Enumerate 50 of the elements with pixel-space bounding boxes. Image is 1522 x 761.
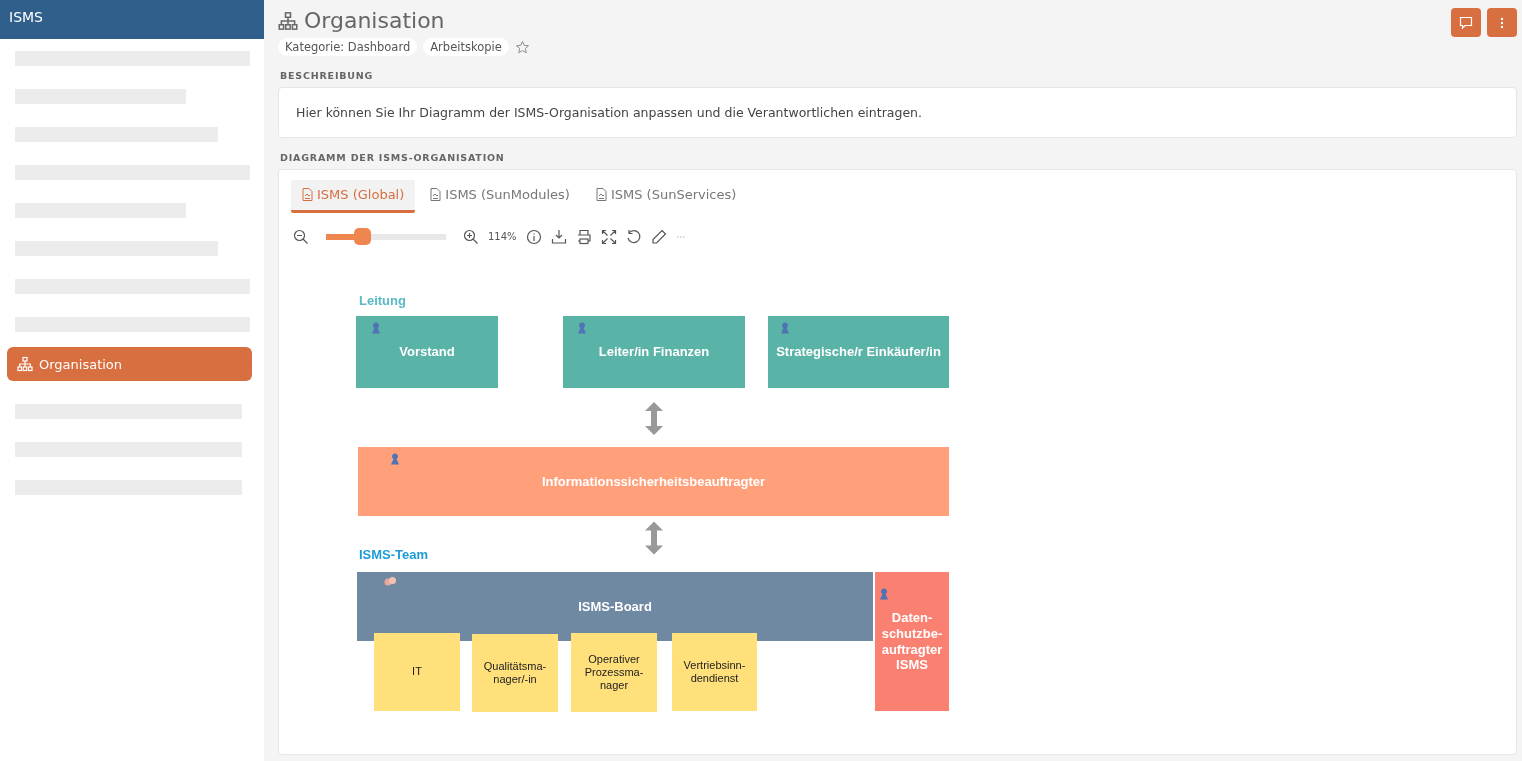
double-arrow-icon (644, 521, 664, 555)
app-title: ISMS (0, 0, 264, 39)
tag: Arbeitskopie (423, 38, 509, 56)
person-icon (390, 453, 400, 465)
tag: Kategorie: Dashboard (278, 38, 418, 56)
person-icon (780, 322, 790, 334)
diagram-tab[interactable]: ISMS (SunModules) (419, 180, 581, 213)
sticky-note: Qualitätsma- nager/-in (472, 634, 558, 712)
speech-bubble-icon (1459, 15, 1473, 30)
org-box: Vorstand (356, 316, 498, 388)
pencil-icon[interactable] (650, 228, 667, 245)
more-icon (1500, 16, 1504, 29)
document-icon (430, 188, 442, 201)
double-arrow-icon (644, 402, 664, 435)
zoom-out-icon[interactable] (293, 228, 309, 245)
slider-thumb[interactable] (354, 227, 371, 245)
undo-icon[interactable] (625, 228, 642, 245)
document-icon (595, 188, 607, 201)
hierarchy-icon (278, 10, 298, 31)
sidebar-item[interactable]: Organisation (7, 347, 252, 381)
hierarchy-icon (17, 356, 33, 372)
person-icon (879, 588, 889, 600)
star-icon[interactable] (514, 39, 530, 55)
org-box: Strategische/r Einkäufer/in (768, 316, 949, 388)
diagram-tab[interactable]: ISMS (SunServices) (584, 180, 748, 213)
zoom-percentage: 114% (488, 231, 517, 242)
sticky-note: IT (374, 633, 460, 711)
zoom-in-icon[interactable] (463, 228, 479, 245)
org-box: Informationssicherheitsbeauftragter (358, 447, 949, 516)
comment-button[interactable] (1451, 8, 1481, 37)
document-icon (302, 188, 313, 201)
people-icon (383, 576, 397, 588)
org-box: Daten- schutzbe- auftragter ISMS (875, 572, 949, 711)
diagram-tab[interactable]: ISMS (Global) (291, 180, 416, 213)
section-heading: BESCHREIBUNG (280, 70, 375, 81)
sticky-note: Vertriebsinn- dendienst (672, 633, 757, 711)
group-title: ISMS-Team (359, 547, 429, 562)
expand-icon[interactable] (600, 228, 617, 245)
description-text: Hier können Sie Ihr Diagramm der ISMS-Organisation anpassen und die Verantwortlichen eintragen. (295, 104, 923, 122)
info-icon[interactable] (525, 228, 542, 245)
page-title: Organisation (278, 8, 530, 33)
person-icon (371, 322, 381, 334)
group-title: Leitung (359, 293, 406, 308)
person-icon (577, 322, 587, 334)
org-box: Leiter/in Finanzen (563, 316, 745, 388)
print-icon[interactable] (575, 228, 592, 245)
section-heading: DIAGRAMM DER ISMS-ORGANISATION (280, 152, 506, 163)
sticky-note: Operativer Prozessma- nager (571, 633, 657, 712)
download-icon[interactable] (550, 228, 567, 245)
org-box: ISMS-Board (357, 572, 873, 641)
